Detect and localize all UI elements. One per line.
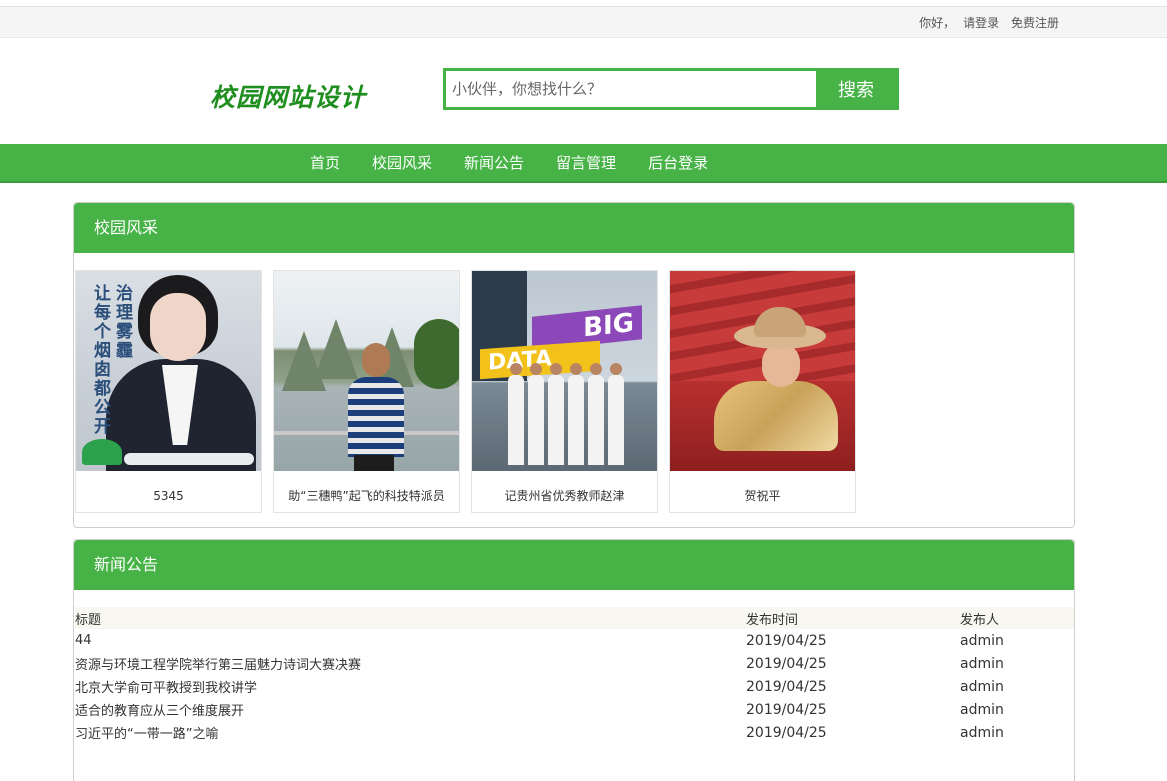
nav-item-admin-login[interactable]: 后台登录 bbox=[632, 144, 724, 183]
search-input[interactable] bbox=[446, 71, 816, 107]
news-date: 2019/04/25 bbox=[746, 701, 827, 718]
top-bar: 你好， 请登录 免费注册 bbox=[0, 6, 1167, 38]
news-date: 2019/04/25 bbox=[746, 655, 827, 672]
main-nav: 首页 校园风采 新闻公告 留言管理 后台登录 bbox=[0, 144, 1167, 183]
photo-caption[interactable]: 5345 bbox=[76, 471, 261, 512]
photo-caption[interactable]: 贺祝平 bbox=[670, 471, 855, 512]
nav-item-home[interactable]: 首页 bbox=[294, 144, 356, 183]
news-author: admin bbox=[960, 701, 1004, 718]
campus-panel: 校园风采 让每个烟囱都公开 治理雾霾 5345 助“三穗鸭”起飞的科技特派员 B… bbox=[73, 202, 1075, 528]
photo-tree bbox=[414, 319, 459, 389]
news-title-link[interactable]: 44 bbox=[75, 629, 746, 652]
photo-caption[interactable]: 记贵州省优秀教师赵津 bbox=[472, 471, 657, 512]
campus-panel-title: 校园风采 bbox=[74, 203, 1074, 253]
photo-subject-face bbox=[762, 343, 800, 387]
photo-vertical-text: 让每个烟囱都公开 bbox=[94, 284, 111, 437]
column-header-author: 发布人 bbox=[960, 607, 1074, 629]
photo-mountain bbox=[314, 319, 358, 379]
news-author: admin bbox=[960, 678, 1004, 695]
site-logo[interactable]: 校园网站设计 bbox=[210, 78, 366, 114]
photo-person bbox=[608, 363, 624, 465]
photo-image[interactable] bbox=[274, 271, 459, 471]
photo-person bbox=[528, 363, 544, 465]
news-date: 2019/04/25 bbox=[746, 632, 827, 649]
greeting-text: 你好， bbox=[919, 16, 956, 30]
column-header-date: 发布时间 bbox=[746, 607, 960, 629]
news-panel-title: 新闻公告 bbox=[74, 540, 1074, 590]
photo-vertical-text: 治理雾霾 bbox=[116, 284, 133, 361]
news-title-link[interactable]: 资源与环境工程学院举行第三届魅力诗词大赛决赛 bbox=[75, 652, 746, 675]
nav-item-news[interactable]: 新闻公告 bbox=[448, 144, 540, 183]
news-author: admin bbox=[960, 724, 1004, 741]
photo-image[interactable] bbox=[670, 271, 855, 471]
photo-subject-legs bbox=[354, 455, 394, 471]
photo-person bbox=[508, 363, 524, 465]
photo-logo-badge bbox=[82, 439, 122, 465]
table-row[interactable]: 习近平的“一带一路”之喻 2019/04/25 admin bbox=[75, 721, 1074, 744]
search-box: 搜索 bbox=[443, 68, 899, 110]
news-table: 标题 发布时间 发布人 44 2019/04/25 admin 资源与环境工程学… bbox=[75, 607, 1074, 744]
user-links: 你好， 请登录 免费注册 bbox=[911, 14, 1059, 31]
nav-item-campus[interactable]: 校园风采 bbox=[356, 144, 448, 183]
column-header-title: 标题 bbox=[75, 607, 746, 629]
photo-subject-head bbox=[362, 343, 390, 377]
photo-logo-strip bbox=[124, 453, 254, 465]
nav-item-messages[interactable]: 留言管理 bbox=[540, 144, 632, 183]
photo-caption[interactable]: 助“三穗鸭”起飞的科技特派员 bbox=[274, 471, 459, 512]
news-author: admin bbox=[960, 655, 1004, 672]
table-row[interactable]: 资源与环境工程学院举行第三届魅力诗词大赛决赛 2019/04/25 admin bbox=[75, 652, 1074, 675]
photo-subject-hat-crown bbox=[754, 307, 806, 337]
news-table-header: 标题 发布时间 发布人 bbox=[75, 607, 1074, 629]
news-title-link[interactable]: 北京大学俞可平教授到我校讲学 bbox=[75, 675, 746, 698]
photo-card[interactable]: BIG DATA 记贵州省优秀教师赵津 bbox=[471, 270, 658, 513]
photo-card[interactable]: 贺祝平 bbox=[669, 270, 856, 513]
register-link[interactable]: 免费注册 bbox=[1011, 16, 1059, 30]
photo-subject-body bbox=[348, 377, 404, 457]
news-date: 2019/04/25 bbox=[746, 678, 827, 695]
news-author: admin bbox=[960, 632, 1004, 649]
photo-person bbox=[568, 363, 584, 465]
table-row[interactable]: 北京大学俞可平教授到我校讲学 2019/04/25 admin bbox=[75, 675, 1074, 698]
photo-subject-face bbox=[150, 293, 206, 361]
search-button[interactable]: 搜索 bbox=[816, 71, 896, 107]
login-link[interactable]: 请登录 bbox=[963, 16, 999, 30]
photo-card[interactable]: 助“三穗鸭”起飞的科技特派员 bbox=[273, 270, 460, 513]
news-date: 2019/04/25 bbox=[746, 724, 827, 741]
photo-person bbox=[588, 363, 604, 465]
photo-card[interactable]: 让每个烟囱都公开 治理雾霾 5345 bbox=[75, 270, 262, 513]
photo-image[interactable]: 让每个烟囱都公开 治理雾霾 bbox=[76, 271, 261, 471]
table-row[interactable]: 44 2019/04/25 admin bbox=[75, 629, 1074, 652]
news-title-link[interactable]: 适合的教育应从三个维度展开 bbox=[75, 698, 746, 721]
photo-gallery: 让每个烟囱都公开 治理雾霾 5345 助“三穗鸭”起飞的科技特派员 BIG DA… bbox=[75, 270, 867, 513]
news-title-link[interactable]: 习近平的“一带一路”之喻 bbox=[75, 721, 746, 744]
photo-image[interactable]: BIG DATA bbox=[472, 271, 657, 471]
table-row[interactable]: 适合的教育应从三个维度展开 2019/04/25 admin bbox=[75, 698, 1074, 721]
photo-person bbox=[548, 363, 564, 465]
news-panel: 新闻公告 标题 发布时间 发布人 44 2019/04/25 admin 资源与… bbox=[73, 539, 1075, 781]
photo-subject-scarf bbox=[714, 381, 838, 451]
